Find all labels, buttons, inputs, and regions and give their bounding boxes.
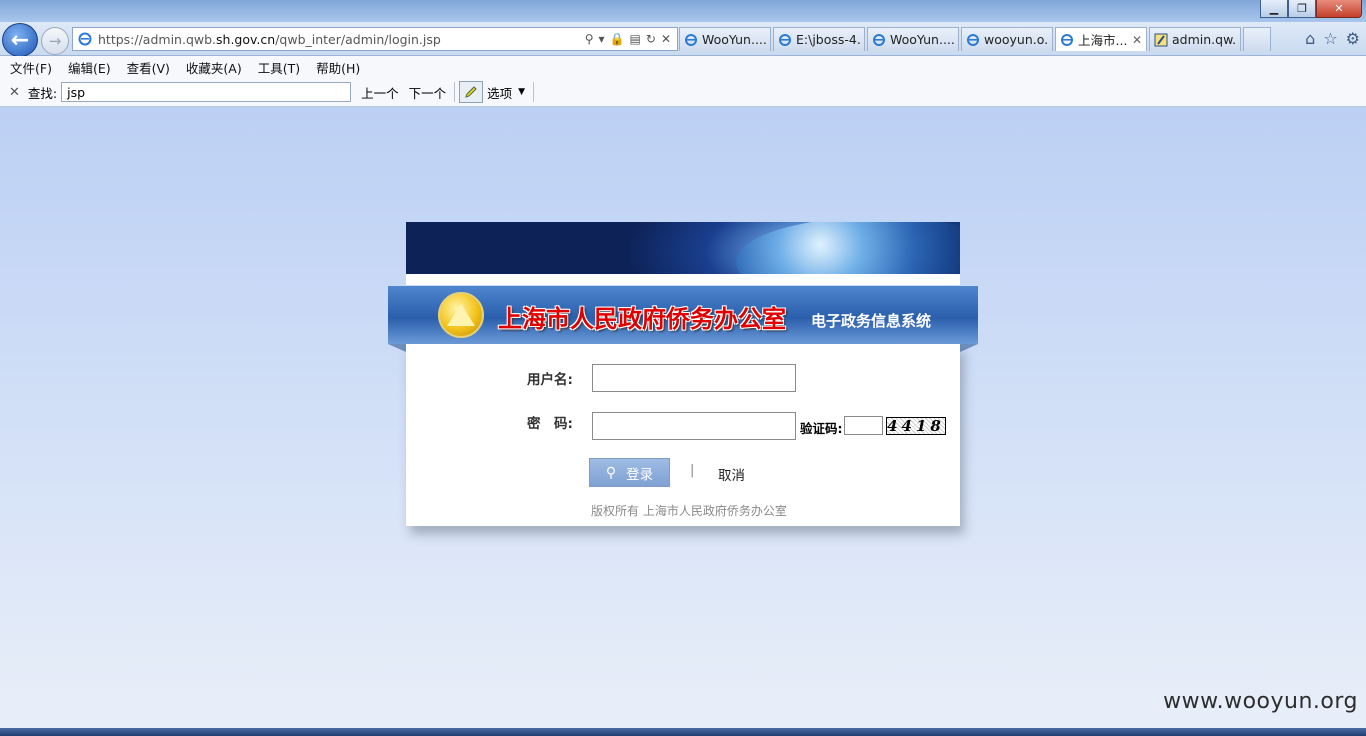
menu-bar: 文件(F) 编辑(E) 查看(V) 收藏夹(A) 工具(T) 帮助(H) bbox=[0, 56, 1366, 78]
cancel-button[interactable]: 取消 bbox=[718, 464, 745, 484]
emblem-icon bbox=[438, 292, 484, 338]
tab-label: admin.qw... bbox=[1172, 32, 1236, 47]
pencil-icon bbox=[465, 86, 477, 98]
ie-page-icon bbox=[78, 32, 92, 46]
menu-favorites[interactable]: 收藏夹(A) bbox=[186, 58, 242, 77]
home-icon[interactable]: ⌂ bbox=[1305, 29, 1315, 48]
tab-jboss[interactable]: E:\jboss-4... bbox=[773, 27, 865, 51]
restore-button[interactable]: ❐ bbox=[1288, 0, 1316, 18]
chevron-down-icon[interactable]: ▼ bbox=[518, 87, 525, 97]
captcha-label: 验证码: bbox=[800, 421, 843, 436]
new-tab-button[interactable] bbox=[1243, 27, 1271, 51]
username-input[interactable] bbox=[592, 364, 796, 392]
close-tab-icon[interactable]: ✕ bbox=[1132, 33, 1142, 47]
address-bar[interactable]: https://admin.qwb.sh.gov.cn/qwb_inter/ad… bbox=[72, 27, 678, 51]
key-icon: ⚲ bbox=[605, 464, 617, 481]
forward-button[interactable]: → bbox=[41, 27, 69, 55]
password-label: 密 码: bbox=[527, 416, 573, 432]
compat-view-icon[interactable]: ▤ bbox=[630, 32, 641, 46]
page-tab-icon bbox=[1154, 33, 1168, 46]
search-icon[interactable]: ⚲ bbox=[585, 32, 594, 46]
url-text[interactable]: https://admin.qwb.sh.gov.cn/qwb_inter/ad… bbox=[98, 32, 585, 47]
find-next-button[interactable]: 下一个 bbox=[409, 83, 447, 102]
tab-label: WooYun.... bbox=[702, 32, 766, 47]
window-titlebar: ▁ ❐ ✕ bbox=[0, 0, 1366, 22]
menu-file[interactable]: 文件(F) bbox=[10, 58, 52, 77]
navigation-bar: ← → https://admin.qwb.sh.gov.cn/qwb_inte… bbox=[0, 22, 1366, 57]
username-label: 用户名: bbox=[527, 372, 573, 388]
planet-graphic bbox=[736, 222, 960, 274]
highlight-icon[interactable] bbox=[459, 81, 484, 103]
tab-admin[interactable]: admin.qw... bbox=[1149, 27, 1241, 51]
address-tools: ⚲ ▾ 🔒 ▤ ↻ ✕ bbox=[585, 32, 671, 46]
tab-label: 上海市... bbox=[1078, 33, 1128, 48]
login-button-label: 登录 bbox=[626, 466, 654, 483]
find-previous-button[interactable]: 上一个 bbox=[361, 83, 399, 102]
menu-view[interactable]: 查看(V) bbox=[127, 58, 170, 77]
ie-tab-icon bbox=[685, 33, 697, 46]
banner-spacer bbox=[406, 274, 960, 285]
tab-strip: WooYun.... E:\jboss-4... WooYun.... wooy… bbox=[679, 27, 1273, 53]
menu-help[interactable]: 帮助(H) bbox=[316, 58, 360, 77]
divider bbox=[454, 82, 456, 102]
tab-wooyun-1[interactable]: WooYun.... bbox=[679, 27, 771, 51]
divider bbox=[533, 82, 535, 102]
login-button[interactable]: ⚲ 登录 bbox=[589, 458, 670, 487]
ie-tab-icon bbox=[873, 33, 885, 46]
menu-tools[interactable]: 工具(T) bbox=[258, 58, 300, 77]
tab-wooyun-2[interactable]: WooYun.... bbox=[867, 27, 959, 51]
back-button[interactable]: ← bbox=[2, 23, 38, 57]
lock-icon[interactable]: 🔒 bbox=[610, 32, 625, 46]
refresh-icon[interactable]: ↻ bbox=[646, 32, 656, 46]
find-input[interactable] bbox=[61, 82, 352, 102]
toolbar-icons: ⌂ ☆ ⚙ bbox=[1305, 29, 1360, 48]
arrow-right-icon: → bbox=[48, 32, 62, 50]
header-ribbon: 上海市人民政府侨务办公室 电子政务信息系统 bbox=[388, 286, 978, 352]
captcha-image[interactable]: 4418 bbox=[886, 417, 946, 435]
find-label: 查找: bbox=[27, 85, 58, 101]
gear-icon[interactable]: ⚙ bbox=[1346, 29, 1360, 48]
favorites-star-icon[interactable]: ☆ bbox=[1323, 29, 1337, 48]
arrow-left-icon: ← bbox=[10, 27, 30, 53]
copyright-text: 版权所有 上海市人民政府侨务办公室 bbox=[591, 504, 787, 518]
button-separator: | bbox=[690, 463, 695, 478]
password-input[interactable] bbox=[592, 412, 796, 440]
taskbar bbox=[0, 728, 1366, 736]
watermark: www.wooyun.org bbox=[1163, 689, 1358, 714]
org-name: 上海市人民政府侨务办公室 bbox=[498, 305, 786, 333]
window-controls: ▁ ❐ ✕ bbox=[1260, 0, 1362, 18]
ie-tab-icon bbox=[967, 33, 979, 46]
find-options-button[interactable]: 选项 bbox=[487, 83, 512, 102]
ie-tab-icon bbox=[1061, 33, 1073, 46]
minimize-button[interactable]: ▁ bbox=[1260, 0, 1288, 18]
tab-wooyun-3[interactable]: wooyun.o... bbox=[961, 27, 1053, 51]
login-panel: 用户名: 密 码: 验证码: 4418 ⚲ 登录 | 取消 版权所有 上海市人民… bbox=[406, 344, 960, 526]
earth-banner-image bbox=[406, 222, 960, 274]
system-name: 电子政务信息系统 bbox=[811, 312, 932, 330]
close-window-button[interactable]: ✕ bbox=[1316, 0, 1362, 18]
dropdown-icon[interactable]: ▾ bbox=[599, 32, 605, 46]
ie-tab-icon bbox=[779, 33, 791, 46]
tab-label: E:\jboss-4... bbox=[796, 32, 860, 47]
tab-label: WooYun.... bbox=[890, 32, 954, 47]
tab-shanghai-active[interactable]: 上海市... ✕ bbox=[1055, 27, 1147, 51]
find-bar: ✕ 查找: 上一个 下一个 选项 ▼ bbox=[0, 78, 1366, 107]
close-find-icon[interactable]: ✕ bbox=[9, 85, 20, 100]
menu-edit[interactable]: 编辑(E) bbox=[68, 58, 111, 77]
page-content: 上海市人民政府侨务办公室 电子政务信息系统 用户名: 密 码: 验证码: 441… bbox=[0, 107, 1366, 728]
stop-icon[interactable]: ✕ bbox=[661, 32, 671, 46]
tab-label: wooyun.o... bbox=[984, 32, 1048, 47]
captcha-input[interactable] bbox=[844, 416, 883, 435]
